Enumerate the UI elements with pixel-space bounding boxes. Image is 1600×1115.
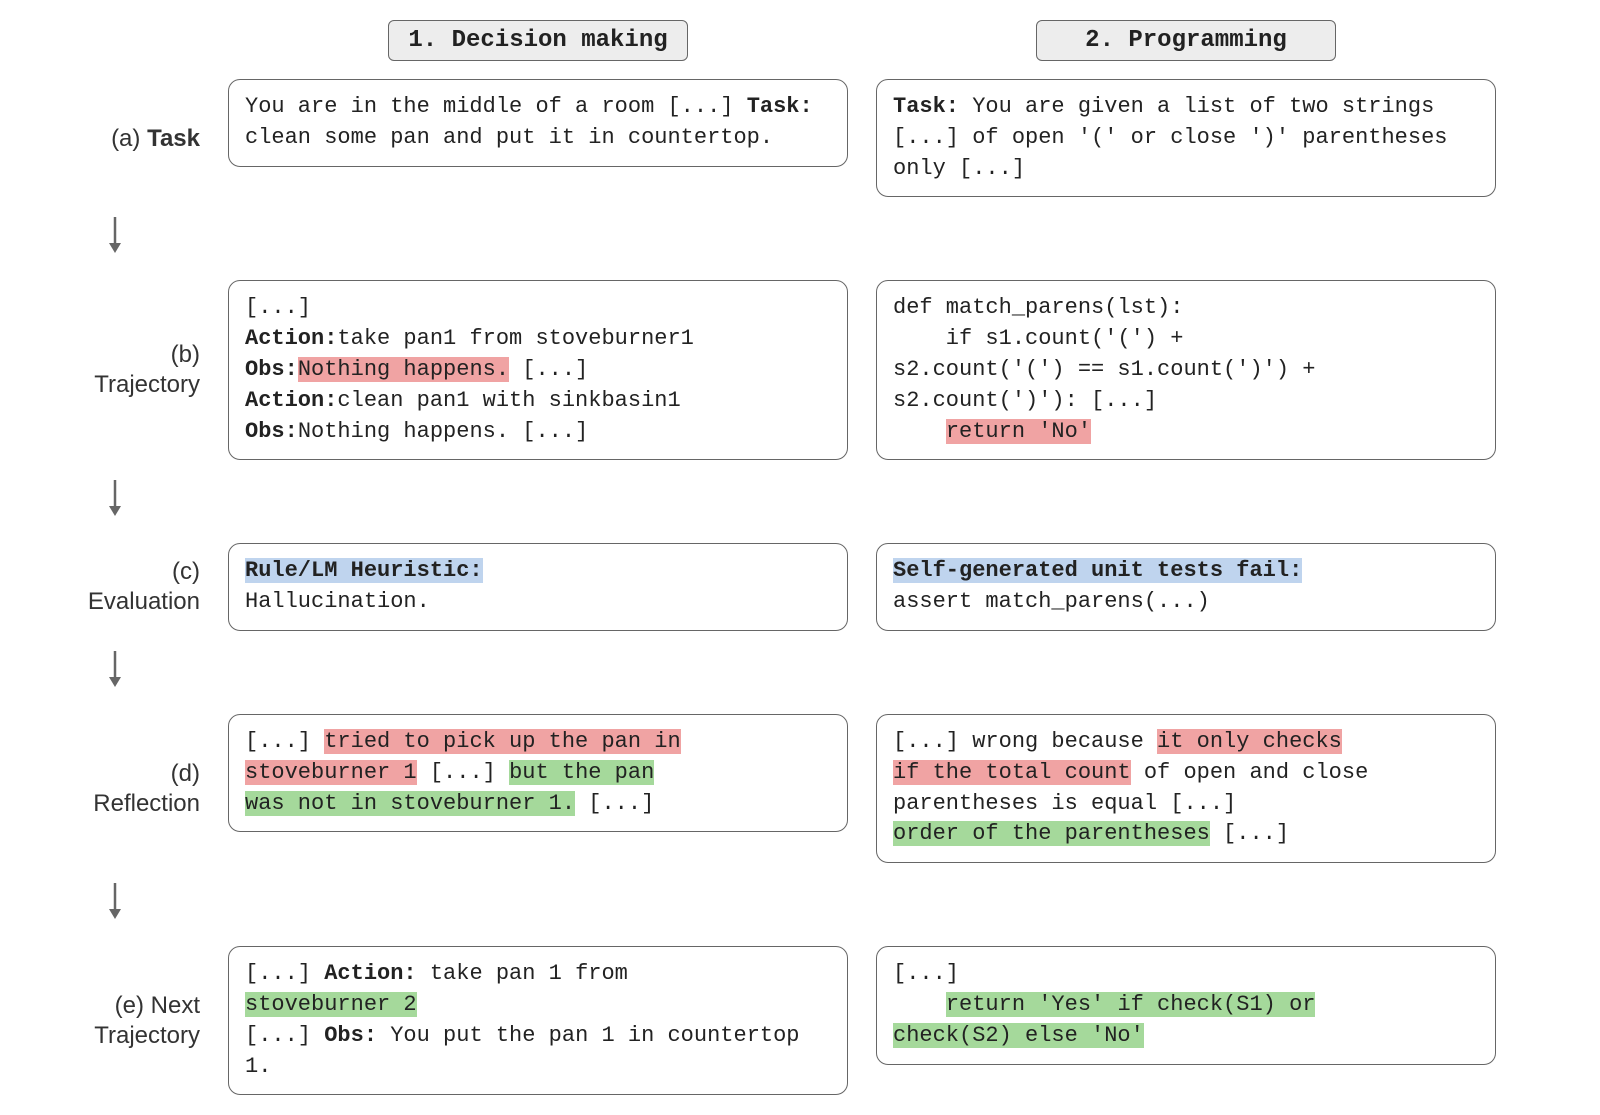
card-dm-next: [...] Action: take pan 1 from stoveburne… [228, 946, 848, 1095]
row-label-d: (d) Reflection [30, 760, 200, 818]
card-dm-evaluation: Rule/LM Heuristic: Hallucination. [228, 543, 848, 631]
card-pg-reflection: [...] wrong because it only checks if th… [876, 714, 1496, 863]
row-label-c: (c) Evaluation [30, 558, 200, 616]
card-pg-trajectory: def match_parens(lst): if s1.count('(') … [876, 280, 1496, 460]
row-label-b: (b) Trajectory [30, 341, 200, 399]
card-dm-task: You are in the middle of a room [...] Ta… [228, 79, 848, 167]
arrow-d-e [103, 881, 127, 928]
arrow-a-b [103, 215, 127, 262]
diagram-grid: 1. Decision making 2. Programming (a) Ta… [30, 20, 1570, 1095]
card-pg-next: [...] return 'Yes' if check(S1) or check… [876, 946, 1496, 1064]
row-label-a: (a) Task [30, 123, 200, 154]
col-header-decision-making: 1. Decision making [388, 20, 688, 61]
col-header-programming: 2. Programming [1036, 20, 1336, 61]
arrow-c-d [103, 649, 127, 696]
card-pg-task: Task: You are given a list of two string… [876, 79, 1496, 197]
row-label-e: (e) Next Trajectory [30, 992, 200, 1050]
arrow-b-c [103, 478, 127, 525]
card-pg-evaluation: Self-generated unit tests fail: assert m… [876, 543, 1496, 631]
card-dm-reflection: [...] tried to pick up the pan in stoveb… [228, 714, 848, 832]
card-dm-trajectory: [...] Action:take pan1 from stoveburner1… [228, 280, 848, 460]
